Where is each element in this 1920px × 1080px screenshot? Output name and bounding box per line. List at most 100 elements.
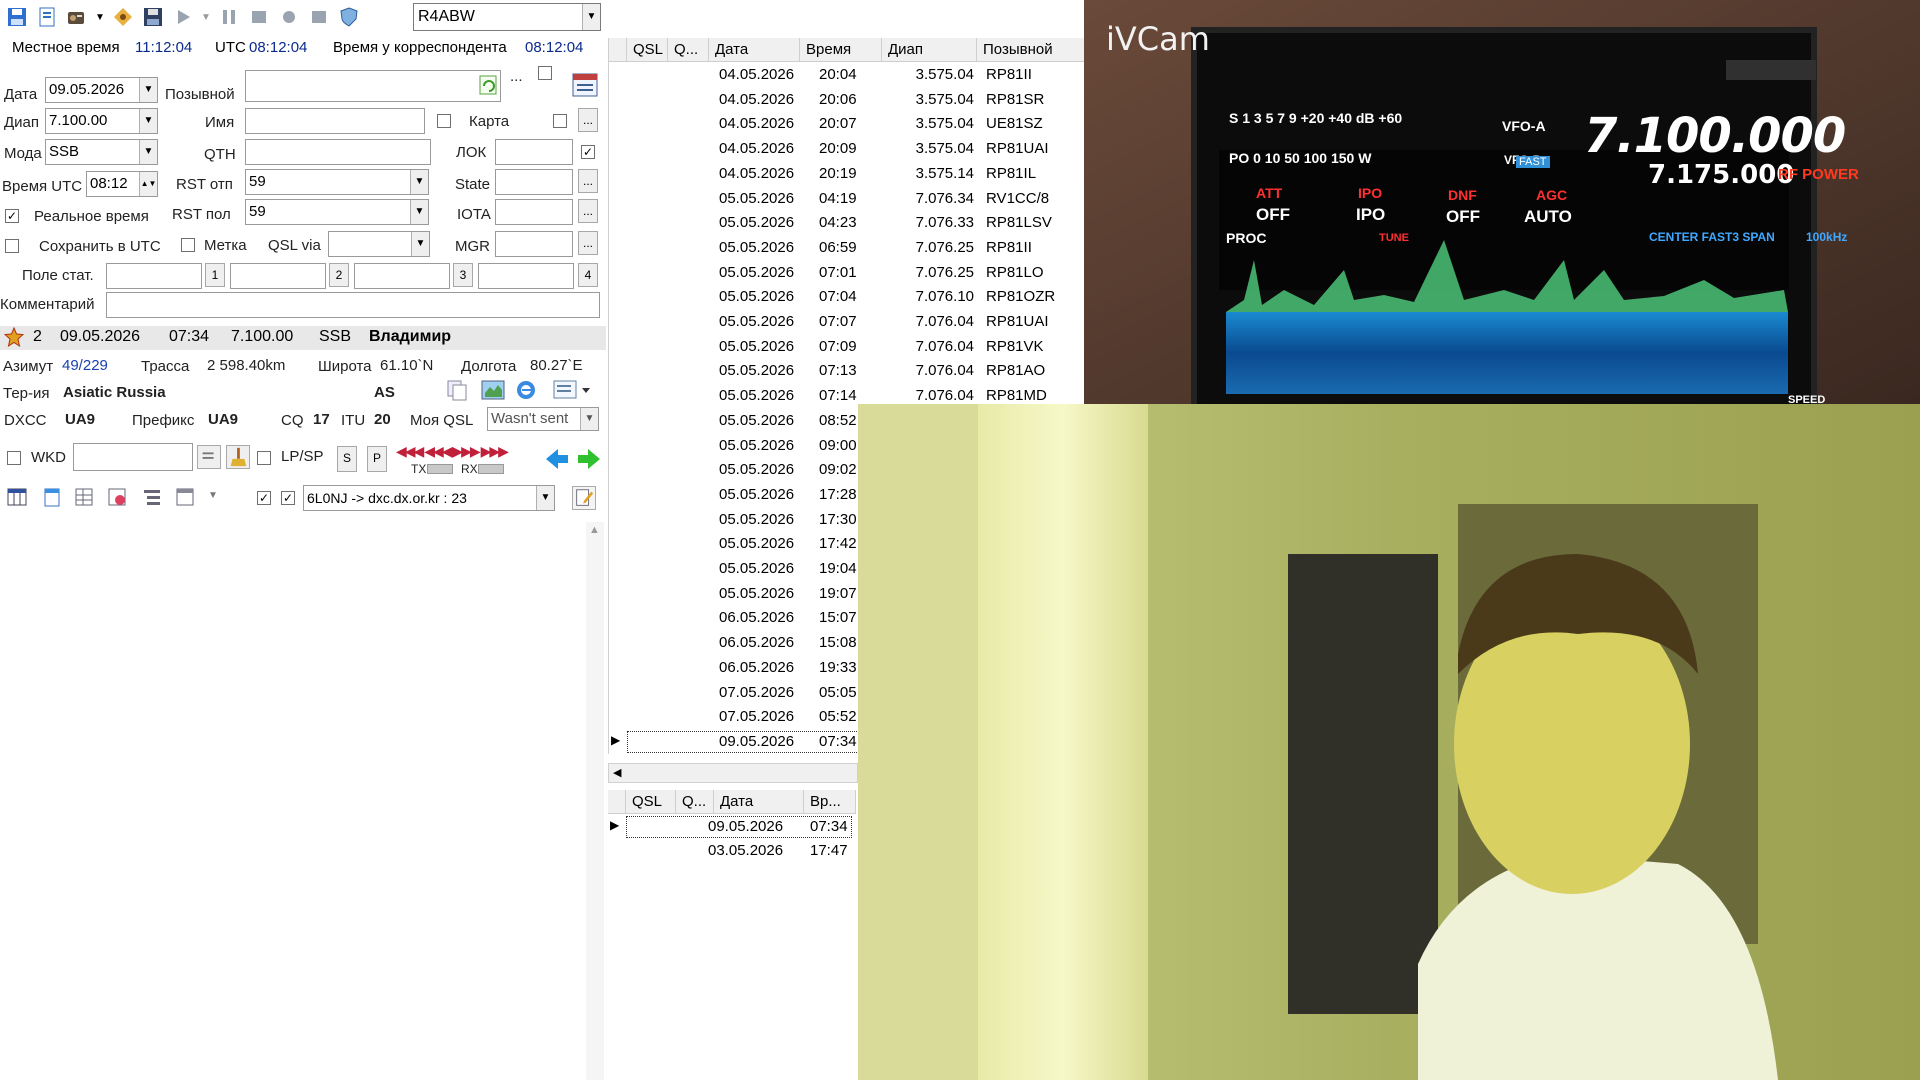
record-icon[interactable] bbox=[276, 4, 302, 30]
dropdown-arrow-icon[interactable]: ▼ bbox=[94, 4, 106, 30]
stat-field-2[interactable] bbox=[230, 263, 326, 289]
table-row[interactable]: 05.05.2026 04:23 7.076.33 RP81LSV bbox=[609, 211, 1084, 236]
arrow-right-icon[interactable] bbox=[576, 446, 602, 472]
columns-dropdown-icon[interactable]: ▼ bbox=[208, 490, 218, 501]
new-file-icon[interactable] bbox=[41, 486, 63, 508]
grid2-column-header[interactable]: Вр... bbox=[804, 790, 856, 814]
table-row[interactable]: 05.05.2026 07:07 7.076.04 RP81UAI bbox=[609, 310, 1084, 335]
my-qsl-dropdown-icon[interactable]: ▼ bbox=[580, 408, 598, 430]
map-ellipsis-button[interactable]: ... bbox=[578, 108, 598, 132]
rst-sent-dropdown-icon[interactable]: ▼ bbox=[410, 170, 428, 194]
disk-save-icon[interactable] bbox=[140, 4, 166, 30]
stop-icon[interactable] bbox=[246, 4, 272, 30]
refresh-icon[interactable] bbox=[478, 74, 498, 96]
wkd-input[interactable] bbox=[73, 443, 193, 471]
chevron-down-icon[interactable]: ▼ bbox=[582, 4, 600, 30]
new-document-icon[interactable] bbox=[34, 4, 60, 30]
mgr-ellipsis-button[interactable]: ... bbox=[578, 231, 598, 255]
stat-button-3[interactable]: 3 bbox=[453, 263, 473, 287]
name-input[interactable] bbox=[245, 108, 425, 134]
realtime-checkbox[interactable]: ✓ bbox=[5, 209, 19, 223]
stat-button-1[interactable]: 1 bbox=[205, 263, 225, 287]
play-icon[interactable] bbox=[170, 4, 196, 30]
time-utc-field[interactable]: 08:12 ▲▼ bbox=[86, 171, 158, 197]
broom-icon[interactable] bbox=[226, 445, 250, 469]
calendar-dropdown-icon[interactable]: ▼ bbox=[139, 78, 157, 102]
lpsp-checkbox[interactable] bbox=[257, 451, 271, 465]
save-utc-checkbox[interactable] bbox=[5, 239, 19, 253]
table-row[interactable]: 04.05.2026 20:04 3.575.04 RP81II bbox=[609, 63, 1084, 88]
edit-icon[interactable] bbox=[572, 486, 596, 510]
rst-rcvd-dropdown-icon[interactable]: ▼ bbox=[410, 200, 428, 224]
filter-table-icon[interactable] bbox=[106, 486, 128, 508]
state-input[interactable] bbox=[495, 169, 573, 195]
table-row[interactable]: 04.05.2026 20:09 3.575.04 RP81UAI bbox=[609, 137, 1084, 162]
station-callsign-select[interactable]: R4ABW ▼ bbox=[413, 3, 601, 31]
table-row[interactable]: 04.05.2026 20:19 3.575.14 RP81IL bbox=[609, 162, 1084, 187]
grid2-column-header[interactable]: Q... bbox=[676, 790, 714, 814]
map-view-icon[interactable] bbox=[480, 378, 506, 402]
copy-icon[interactable] bbox=[445, 378, 469, 402]
qth-input[interactable] bbox=[245, 139, 431, 165]
band-field[interactable]: 7.100.00 ▼ bbox=[45, 108, 158, 134]
cluster-dropdown-icon[interactable]: ▼ bbox=[536, 486, 554, 510]
grid-column-header[interactable]: QSL bbox=[627, 38, 668, 62]
card-view-dropdown[interactable] bbox=[552, 378, 594, 402]
table-row[interactable]: 05.05.2026 06:59 7.076.25 RP81II bbox=[609, 236, 1084, 261]
rewind-controls[interactable]: ◀◀◀ ◀◀◀ ▶▶▶ ▶▶▶ bbox=[396, 443, 536, 461]
table-row[interactable]: 05.05.2026 07:04 7.076.10 RP81OZR bbox=[609, 285, 1084, 310]
table-row[interactable]: 04.05.2026 20:06 3.575.04 RP81SR bbox=[609, 88, 1084, 113]
stat-field-4[interactable] bbox=[478, 263, 574, 289]
arrow-left-icon[interactable] bbox=[544, 446, 570, 472]
play-dropdown-icon[interactable]: ▼ bbox=[200, 4, 212, 30]
radio-icon[interactable] bbox=[64, 4, 90, 30]
ellipsis-icon[interactable]: ... bbox=[510, 68, 523, 85]
s-button[interactable]: S bbox=[337, 446, 357, 472]
pause-icon[interactable] bbox=[216, 4, 242, 30]
table-row[interactable]: 05.05.2026 04:19 7.076.34 RV1CC/8 bbox=[609, 187, 1084, 212]
callsign-input[interactable] bbox=[245, 70, 501, 102]
cluster-server-select[interactable]: 6L0NJ -> dxc.dx.or.kr : 23 ▼ bbox=[303, 485, 555, 511]
stop2-icon[interactable] bbox=[306, 4, 332, 30]
list-icon[interactable] bbox=[197, 445, 221, 469]
table-row[interactable]: 05.05.2026 07:13 7.076.04 RP81AO bbox=[609, 359, 1084, 384]
map-checkbox[interactable] bbox=[437, 114, 451, 128]
rst-rcvd-field[interactable]: 59 ▼ bbox=[245, 199, 429, 225]
table-row[interactable]: 04.05.2026 20:07 3.575.04 UE81SZ bbox=[609, 112, 1084, 137]
table-row[interactable]: 03.05.2026 17:47 bbox=[608, 839, 856, 864]
comment-input[interactable] bbox=[106, 292, 600, 318]
iota-ellipsis-button[interactable]: ... bbox=[578, 199, 598, 223]
qsl-via-field[interactable]: ▼ bbox=[328, 231, 430, 257]
save-icon[interactable] bbox=[4, 4, 30, 30]
band-dropdown-icon[interactable]: ▼ bbox=[139, 109, 157, 133]
table-row[interactable]: 05.05.2026 07:01 7.076.25 RP81LO bbox=[609, 261, 1084, 286]
table-row[interactable]: ▶ 09.05.2026 07:34 bbox=[608, 815, 856, 840]
grid2-column-header[interactable]: Дата bbox=[714, 790, 804, 814]
date-field[interactable]: 09.05.2026 ▼ bbox=[45, 77, 158, 103]
grid2-column-header[interactable]: QSL bbox=[626, 790, 676, 814]
grid-column-header[interactable]: Позывной bbox=[977, 38, 1084, 62]
horizontal-scrollbar[interactable]: ◀ bbox=[608, 763, 858, 783]
my-qsl-select[interactable]: Wasn't sent ▼ bbox=[487, 407, 599, 431]
grid-icon[interactable] bbox=[6, 486, 28, 508]
wkd-checkbox[interactable] bbox=[7, 451, 21, 465]
stat-button-4[interactable]: 4 bbox=[578, 263, 598, 287]
cluster-checkbox-1[interactable]: ✓ bbox=[257, 491, 271, 505]
iota-input[interactable] bbox=[495, 199, 573, 225]
mode-field[interactable]: SSB ▼ bbox=[45, 139, 158, 165]
table-icon[interactable] bbox=[73, 486, 95, 508]
stat-button-2[interactable]: 2 bbox=[329, 263, 349, 287]
mgr-input[interactable] bbox=[495, 231, 573, 257]
callsign-checkbox[interactable] bbox=[538, 66, 552, 80]
mode-dropdown-icon[interactable]: ▼ bbox=[139, 140, 157, 164]
stat-field-3[interactable] bbox=[354, 263, 450, 289]
rst-sent-field[interactable]: 59 ▼ bbox=[245, 169, 429, 195]
internet-explorer-icon[interactable] bbox=[514, 378, 538, 402]
grid-column-header[interactable]: Дата bbox=[709, 38, 800, 62]
p-button[interactable]: P bbox=[367, 446, 387, 472]
stat-field-1[interactable] bbox=[106, 263, 202, 289]
log-book-icon[interactable] bbox=[570, 70, 600, 100]
columns-icon[interactable] bbox=[174, 486, 196, 508]
table-row[interactable]: 05.05.2026 07:09 7.076.04 RP81VK bbox=[609, 335, 1084, 360]
plugin-icon[interactable] bbox=[110, 4, 136, 30]
